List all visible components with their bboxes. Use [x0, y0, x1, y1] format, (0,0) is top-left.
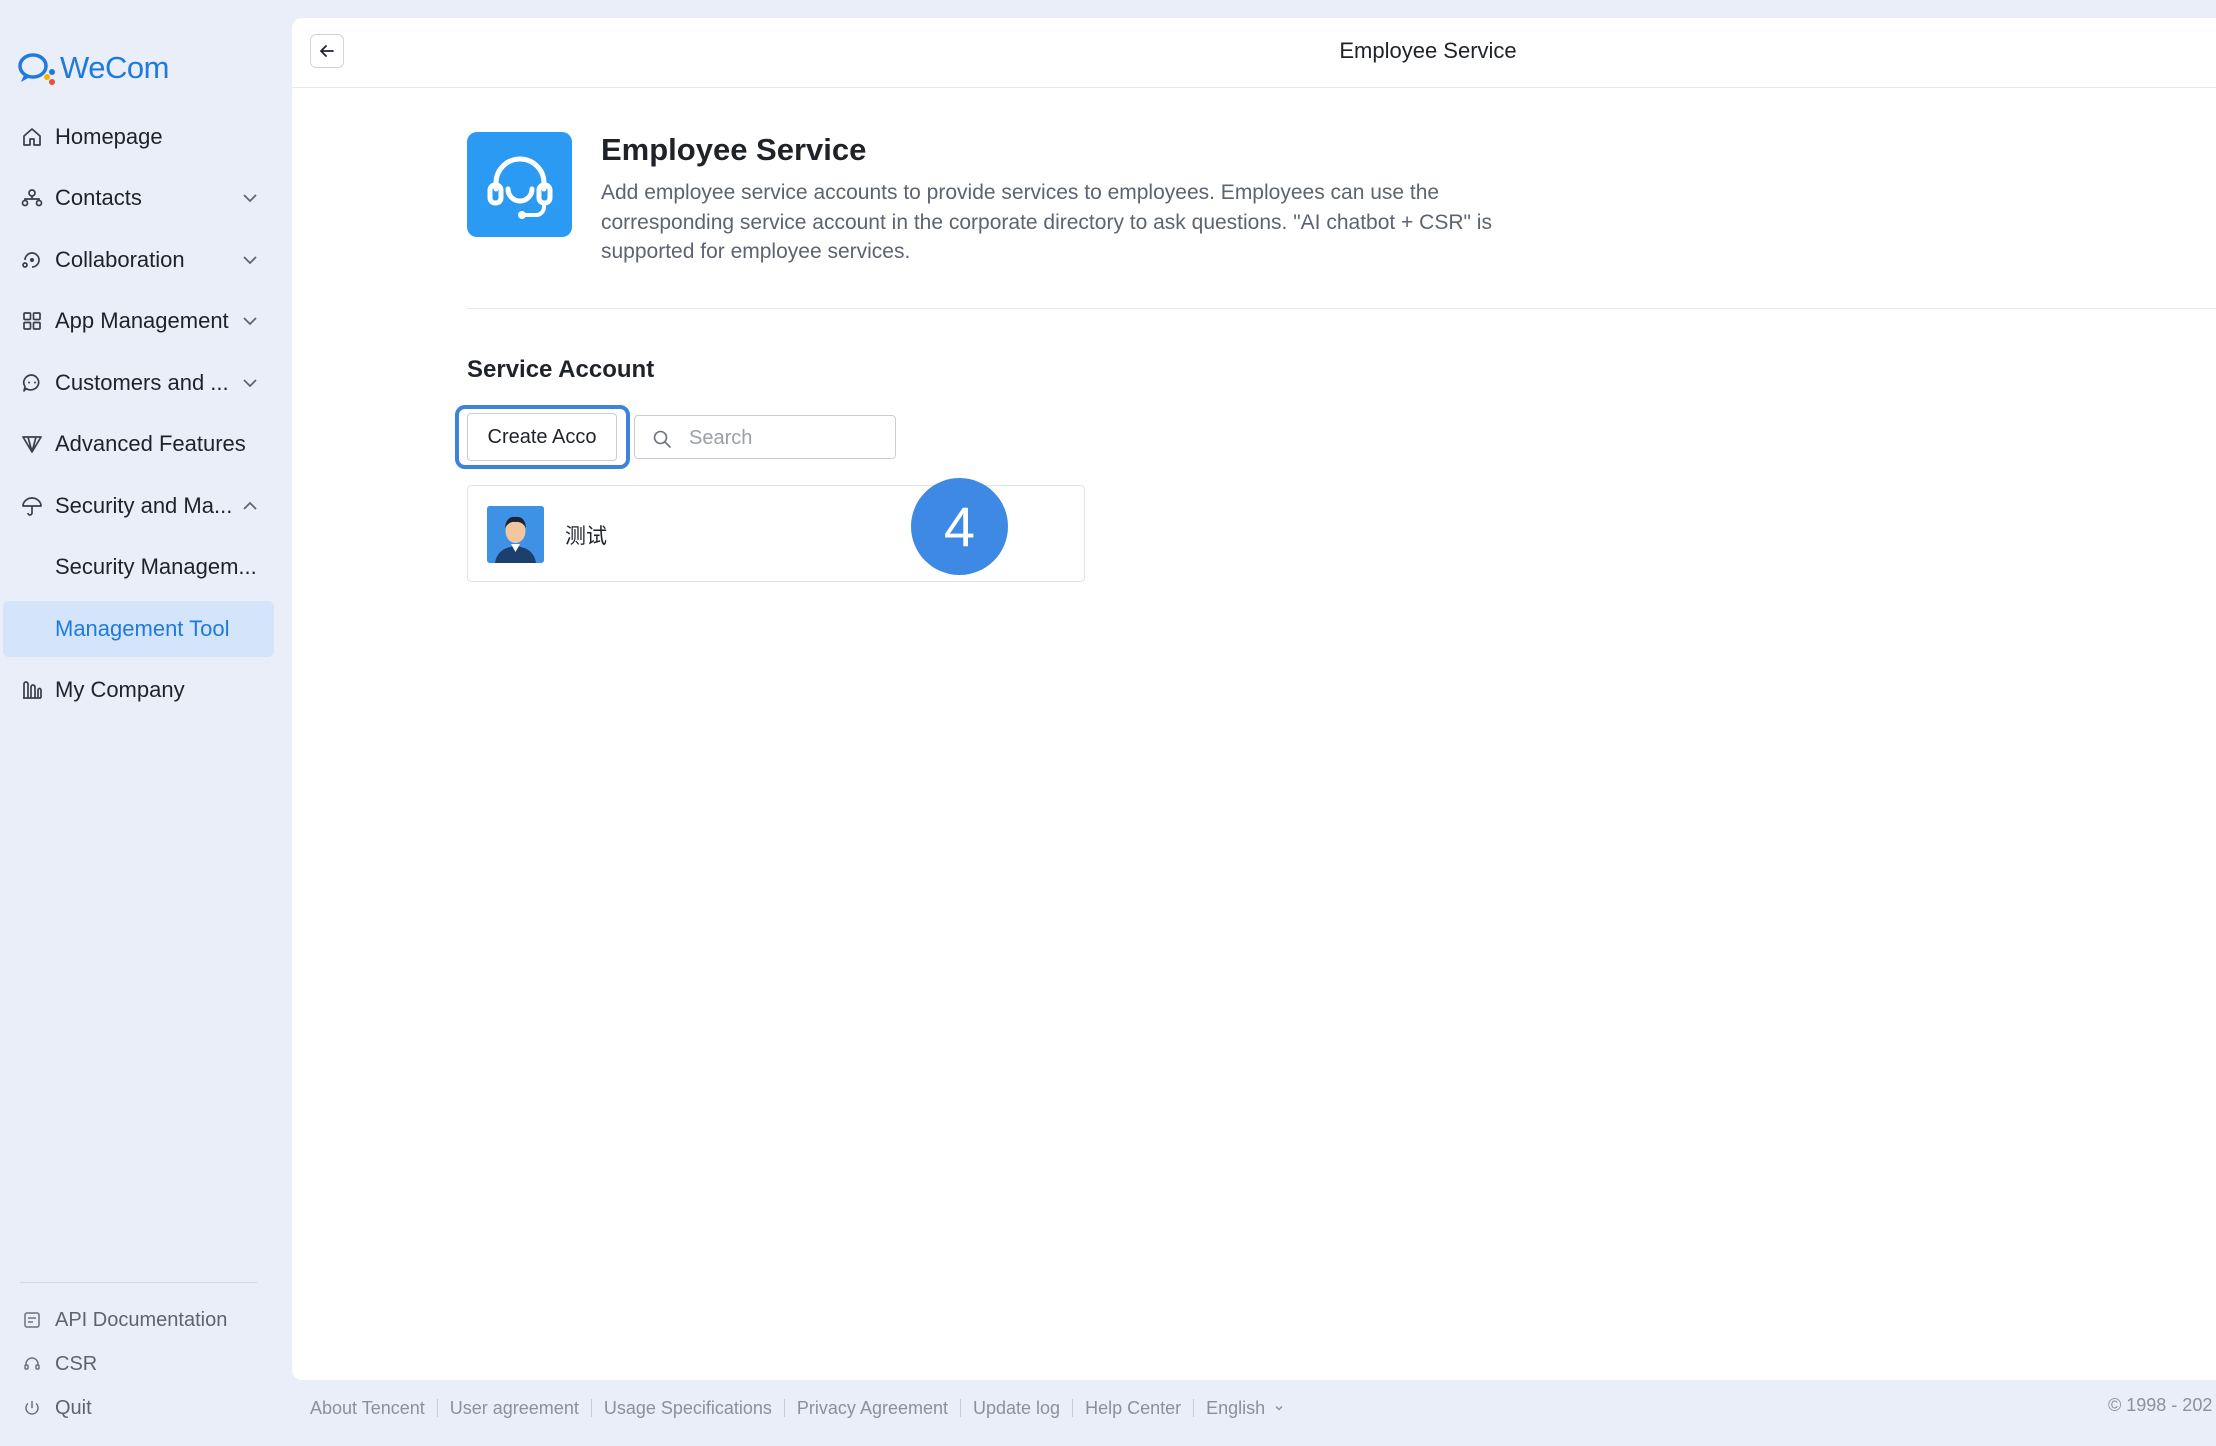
service-account-title: Service Account: [467, 356, 655, 383]
chevron-up-icon[interactable]: [240, 496, 260, 516]
csr-link[interactable]: CSR: [0, 1342, 290, 1386]
step-badge: 4: [911, 478, 1008, 575]
sidebar-item-security-management[interactable]: Security Managem...: [0, 537, 290, 599]
account-name: 测试: [565, 524, 607, 548]
quit-link[interactable]: Quit: [0, 1386, 290, 1430]
headset-icon: [487, 156, 552, 219]
csr-label: CSR: [55, 1352, 98, 1375]
sidebar-bottom-links: API Documentation CSR Quit: [0, 1298, 290, 1430]
page-header: Employee Service: [292, 18, 2216, 88]
org-chart-icon: [21, 189, 43, 207]
umbrella-icon: [22, 496, 42, 516]
api-doc-icon: [24, 1312, 40, 1328]
sidebar-item-homepage[interactable]: Homepage: [0, 106, 290, 168]
chat-bubble-icon: [22, 373, 40, 392]
account-avatar: [487, 506, 544, 563]
sidebar-item-contacts[interactable]: Contacts: [0, 168, 290, 230]
search-box[interactable]: [634, 415, 896, 460]
chevron-down-icon[interactable]: [240, 250, 260, 270]
sidebar-item-security[interactable]: Security and Ma...: [0, 475, 290, 537]
sidebar-item-label: Management Tool: [55, 615, 230, 641]
language-select[interactable]: English: [1206, 1398, 1265, 1419]
wecom-logo-icon: [18, 53, 55, 85]
sidebar-item-management-tool[interactable]: Management Tool: [0, 598, 290, 660]
footer-link-user-agreement[interactable]: User agreement: [450, 1398, 579, 1419]
sidebar-item-label: Advanced Features: [55, 431, 246, 457]
sidebar-item-collaboration[interactable]: Collaboration: [0, 229, 290, 291]
person-avatar-icon: [487, 506, 544, 563]
quit-label: Quit: [55, 1396, 92, 1419]
app-name: WeCom: [60, 50, 169, 85]
service-title: Employee Service: [601, 132, 867, 167]
chevron-down-icon[interactable]: [240, 188, 260, 208]
chevron-down-icon[interactable]: [240, 373, 260, 393]
employee-service-icon: [467, 132, 572, 237]
arrow-left-icon: [320, 45, 334, 57]
sidebar-item-label: My Company: [55, 677, 185, 703]
section-divider: [467, 308, 2216, 309]
sidebar-divider: [20, 1282, 257, 1283]
sidebar-item-label: Customers and ...: [55, 369, 229, 395]
sidebar-item-advanced-features[interactable]: Advanced Features: [0, 414, 290, 476]
page-title: Employee Service: [1339, 38, 1517, 63]
collaboration-icon: [22, 251, 40, 268]
diamond-icon: [22, 436, 42, 454]
footer-link-about[interactable]: About Tencent: [310, 1398, 425, 1419]
footer-separator: [783, 1399, 785, 1417]
chevron-down-icon[interactable]: [240, 311, 260, 331]
footer-link-help[interactable]: Help Center: [1085, 1398, 1181, 1419]
search-input[interactable]: [687, 416, 891, 460]
footer-separator: [590, 1399, 592, 1417]
api-documentation-link[interactable]: API Documentation: [0, 1298, 290, 1342]
sidebar-item-label: Security and Ma...: [55, 492, 233, 518]
headset-icon: [24, 1357, 40, 1370]
sidebar-item-label: Contacts: [55, 185, 142, 211]
home-icon: [23, 127, 41, 146]
sidebar: WeCom Homepage Contacts Collaboration Ap…: [0, 0, 290, 1446]
sidebar-nav: Homepage Contacts Collaboration App Mana…: [0, 106, 290, 721]
sidebar-item-label: Collaboration: [55, 246, 185, 272]
search-icon: [653, 430, 671, 448]
footer-separator: [1193, 1399, 1195, 1417]
wecom-logo[interactable]: WeCom: [16, 46, 169, 90]
api-documentation-label: API Documentation: [55, 1308, 228, 1331]
sidebar-item-label: Homepage: [55, 123, 163, 149]
chevron-down-icon[interactable]: [1273, 1402, 1285, 1414]
footer-separator: [436, 1399, 438, 1417]
back-button[interactable]: [310, 34, 344, 68]
power-icon: [25, 1401, 39, 1415]
copyright: © 1998 - 202: [2108, 1395, 2213, 1415]
building-icon: [23, 681, 42, 700]
footer-link-privacy[interactable]: Privacy Agreement: [797, 1398, 948, 1419]
sidebar-item-my-company[interactable]: My Company: [0, 660, 290, 722]
footer-separator: [1072, 1399, 1074, 1417]
sidebar-item-customers[interactable]: Customers and ...: [0, 352, 290, 414]
main-panel: Employee Service Employee Service Add em…: [292, 18, 2216, 1380]
service-description: Add employee service accounts to provide…: [601, 181, 1492, 263]
grid-icon: [23, 312, 41, 331]
sidebar-item-label: App Management: [55, 308, 229, 334]
footer-link-usage[interactable]: Usage Specifications: [604, 1398, 772, 1419]
sidebar-item-label: Security Managem...: [55, 554, 257, 580]
create-account-button[interactable]: Create Acco: [467, 413, 617, 461]
footer: About Tencent User agreement Usage Speci…: [310, 1395, 1285, 1421]
sidebar-item-app-management[interactable]: App Management: [0, 291, 290, 353]
footer-link-update-log[interactable]: Update log: [973, 1398, 1060, 1419]
footer-separator: [960, 1399, 961, 1417]
